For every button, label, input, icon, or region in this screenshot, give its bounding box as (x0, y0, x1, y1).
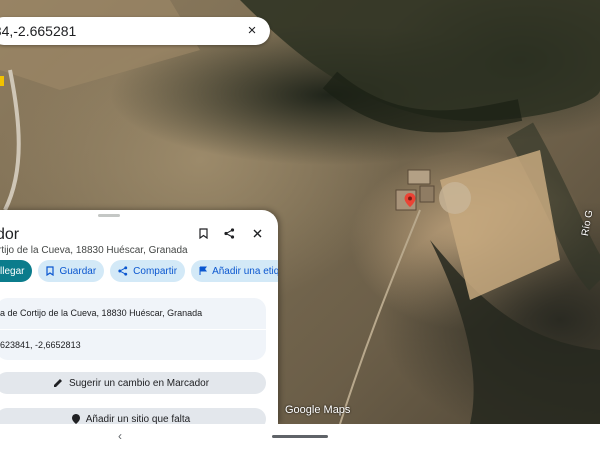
add-place-label: Añadir un sitio que falta (85, 413, 191, 425)
search-input[interactable]: 384,-2.665281 (0, 23, 76, 39)
add-place-button[interactable]: Añadir un sitio que falta (0, 408, 266, 424)
bookmark-icon (46, 266, 55, 276)
place-subtitle: rtijo de la Cueva, 18830 Huéscar, Granad… (0, 245, 188, 256)
directions-label: llegar (0, 265, 25, 277)
divider (0, 329, 266, 330)
add-label-text: Añadir una etiq (212, 265, 278, 277)
suggest-edit-label: Sugerir un cambio en Marcador (68, 377, 210, 389)
place-details-sheet: dor rtijo de la Cueva, 18830 Huéscar, Gr… (0, 210, 278, 424)
coordinates-text[interactable]: 623841, -2,6652813 (0, 340, 81, 350)
search-bar[interactable]: 384,-2.665281 × (0, 17, 270, 45)
close-icon[interactable]: × (242, 21, 262, 41)
address-text[interactable]: a de Cortijo de la Cueva, 18830 Huéscar,… (0, 308, 202, 318)
share-icon (118, 266, 128, 276)
place-title: dor (0, 226, 20, 243)
location-pin-icon[interactable] (403, 193, 417, 207)
bookmark-icon[interactable] (193, 223, 213, 243)
back-chevron-icon[interactable]: ‹ (118, 429, 122, 443)
share-label: Compartir (133, 265, 178, 277)
home-gesture-bar[interactable] (272, 435, 328, 438)
pencil-icon (53, 379, 62, 387)
save-label: Guardar (59, 265, 97, 277)
google-maps-attribution: Google Maps (285, 404, 351, 416)
info-card: a de Cortijo de la Cueva, 18830 Huéscar,… (0, 298, 266, 360)
add-location-icon (71, 414, 80, 424)
save-button[interactable]: Guardar (38, 260, 105, 282)
flag-icon (199, 266, 208, 275)
system-nav-bar: ‹ (0, 424, 600, 450)
suggest-edit-button[interactable]: Sugerir un cambio en Marcador (0, 372, 266, 394)
drag-handle[interactable] (98, 214, 120, 217)
add-label-button[interactable]: Añadir una etiq (191, 260, 278, 282)
share-icon[interactable] (219, 223, 239, 243)
share-button[interactable]: Compartir (110, 260, 186, 282)
directions-button[interactable]: llegar (0, 260, 33, 282)
sheet-close-icon[interactable] (247, 223, 267, 243)
